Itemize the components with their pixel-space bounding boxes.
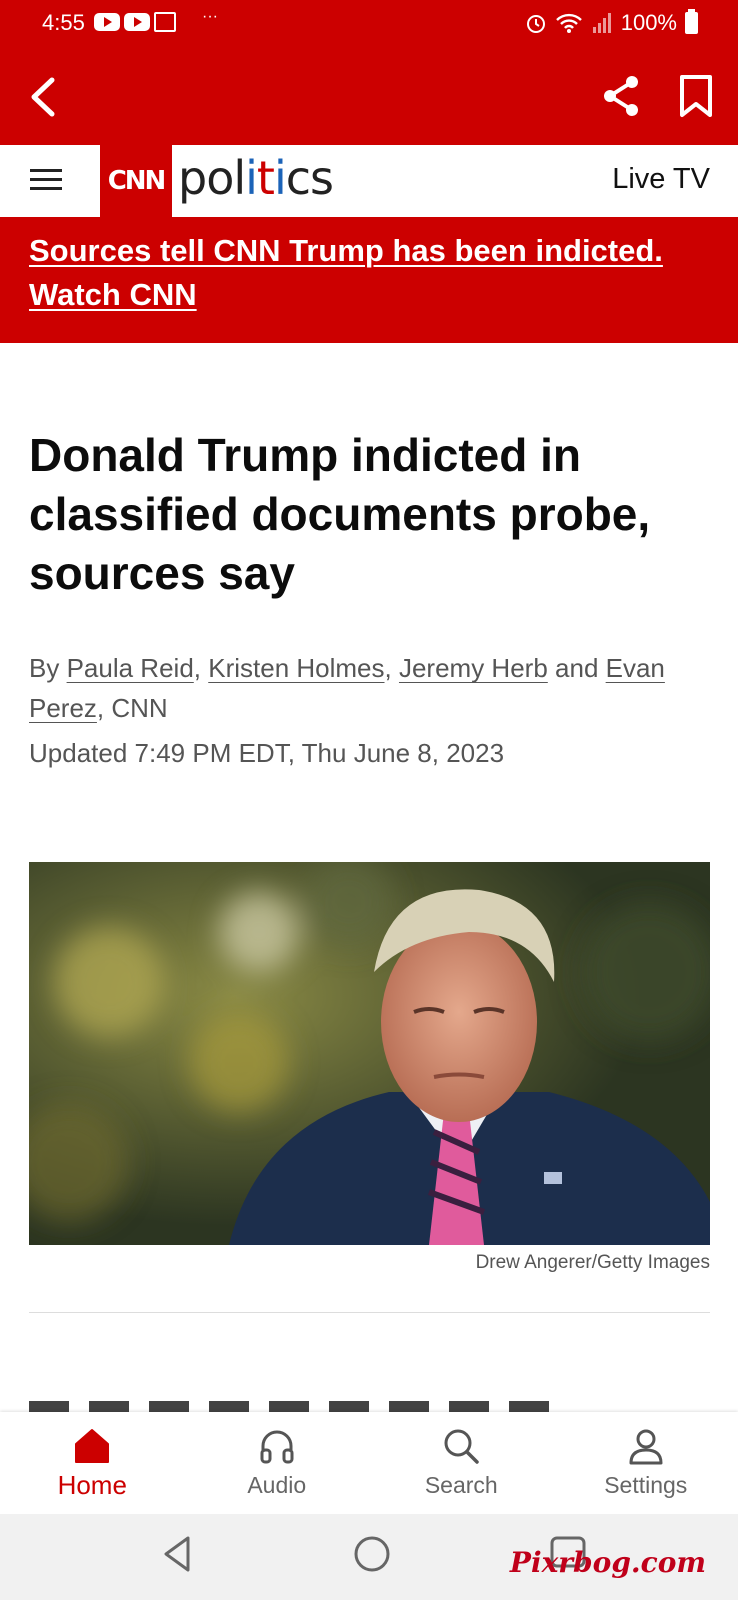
author-link-jeremy-herb[interactable]: Jeremy Herb (399, 653, 548, 683)
bookmark-button[interactable] (672, 72, 720, 120)
tab-settings[interactable]: Settings (554, 1412, 738, 1514)
back-arrow-icon (31, 77, 55, 117)
youtube-icon-2 (124, 13, 150, 31)
signal-icon (592, 13, 611, 33)
battery-percent: 100% (620, 10, 677, 35)
back-button[interactable] (22, 74, 68, 120)
system-back-icon[interactable] (158, 1534, 198, 1574)
watermark: Pixrbog.com (509, 1546, 706, 1579)
tab-settings-label: Settings (604, 1472, 688, 1498)
content-divider (29, 1312, 710, 1313)
tab-audio[interactable]: Audio (185, 1412, 370, 1514)
bottom-tab-bar: Home Audio Search Settings (0, 1412, 738, 1514)
site-nav: CNN politics Live TV (0, 145, 738, 217)
breaking-news-banner[interactable]: Sources tell CNN Trump has been indicted… (0, 217, 738, 343)
search-icon (444, 1429, 479, 1464)
status-right: 100% (525, 9, 698, 36)
more-notifications-icon: ··· (202, 8, 218, 25)
battery-icon (685, 9, 698, 34)
alarm-icon (526, 15, 545, 33)
share-button[interactable] (598, 72, 646, 120)
youtube-icon (94, 13, 120, 31)
article-photo[interactable] (29, 862, 710, 1245)
person-icon (629, 1429, 663, 1465)
breaking-news-link[interactable]: Sources tell CNN Trump has been indicted… (29, 229, 719, 317)
notification-icons (94, 12, 176, 32)
section-title-politics[interactable]: politics (178, 151, 334, 205)
tab-home[interactable]: Home (0, 1412, 185, 1514)
menu-button[interactable] (30, 163, 70, 199)
photo-illustration (29, 862, 710, 1245)
share-icon (604, 76, 638, 116)
app-top-bar (0, 50, 738, 145)
system-home-icon[interactable] (352, 1534, 392, 1574)
article-headline: Donald Trump indicted in classified docu… (29, 429, 651, 599)
news-icon (154, 12, 176, 32)
article-body-preview (29, 1395, 710, 1413)
author-link-paula-reid[interactable]: Paula Reid (67, 653, 194, 683)
status-bar: 4:55 ··· 100% (0, 0, 738, 50)
bookmark-icon (680, 75, 712, 117)
headphones-icon (260, 1430, 294, 1464)
status-time: 4:55 (42, 10, 85, 35)
tab-search[interactable]: Search (369, 1412, 554, 1514)
author-link-kristen-holmes[interactable]: Kristen Holmes (208, 653, 384, 683)
tab-audio-label: Audio (247, 1472, 307, 1498)
wifi-icon (555, 13, 582, 33)
photo-credit: Drew Angerer/Getty Images (475, 1252, 710, 1273)
home-icon (75, 1429, 110, 1463)
tab-search-label: Search (424, 1472, 498, 1498)
article-timestamp: Updated 7:49 PM EDT, Thu June 8, 2023 (29, 738, 505, 768)
live-tv-link[interactable]: Live TV (612, 163, 710, 196)
cnn-logo[interactable]: CNN (100, 145, 172, 217)
tab-home-label: Home (57, 1470, 127, 1500)
article-byline: By Paula Reid, Kristen Holmes, Jeremy He… (29, 653, 665, 723)
